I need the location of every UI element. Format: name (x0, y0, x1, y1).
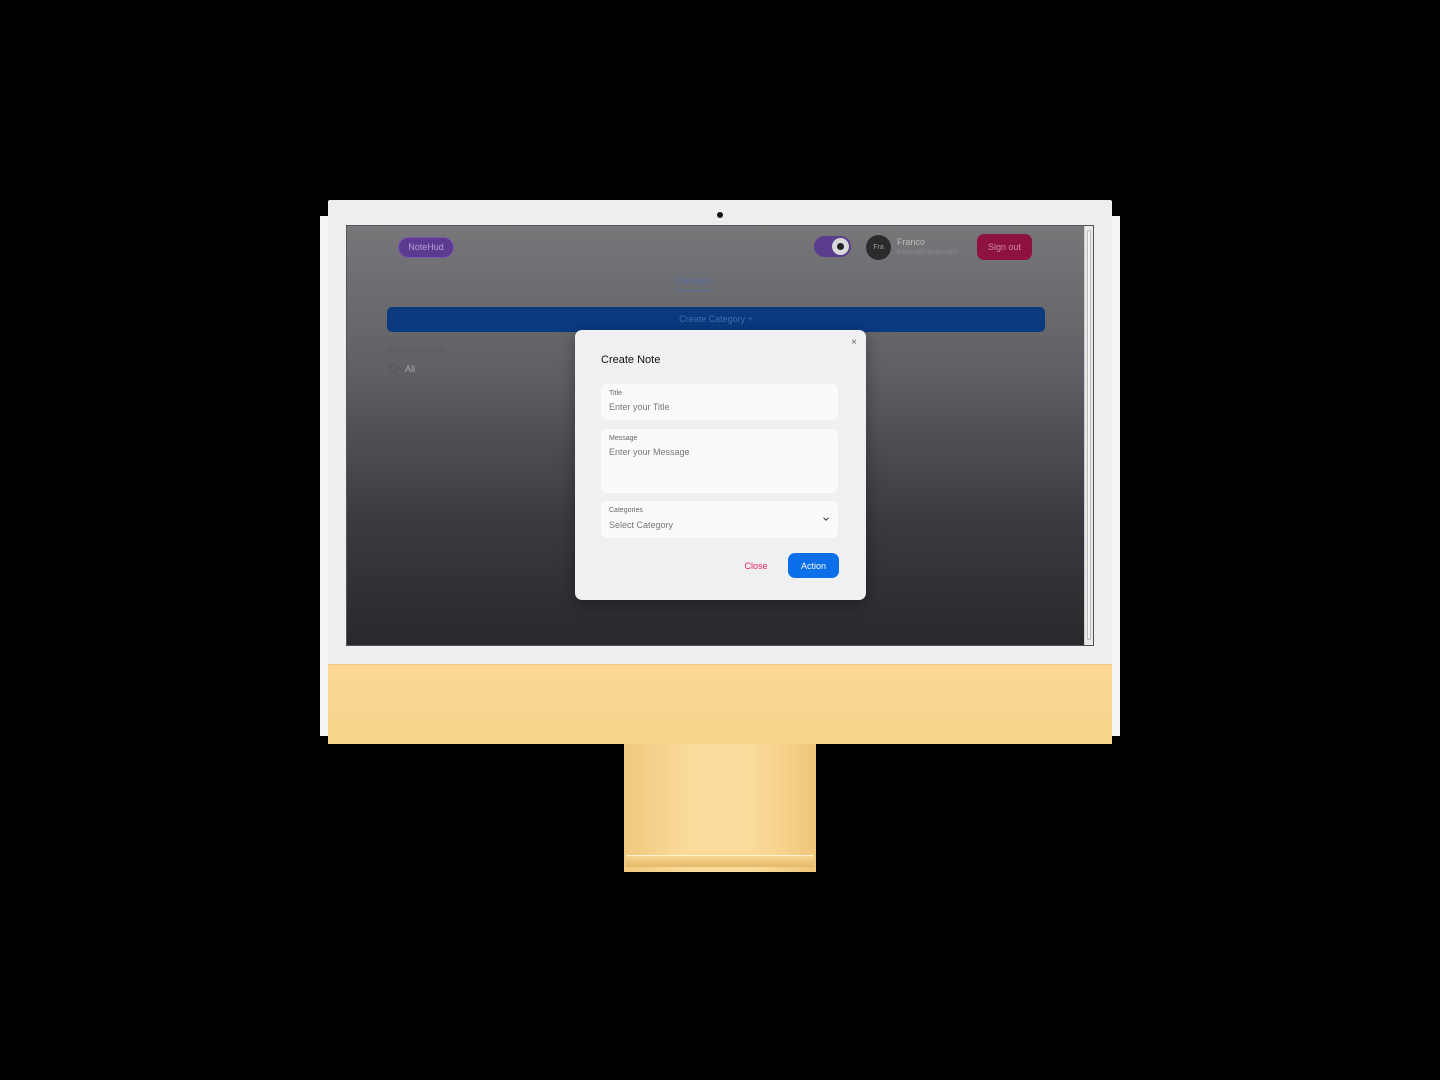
message-field[interactable]: Message (601, 429, 838, 493)
tab-category[interactable]: Category (675, 276, 712, 291)
close-button[interactable]: Close (737, 556, 775, 576)
create-category-button[interactable]: Create Category + (387, 307, 1045, 332)
toggle-knob-icon (832, 238, 849, 255)
message-input[interactable] (609, 447, 819, 483)
category-option-all-label: All (405, 364, 416, 374)
scrollbar-thumb[interactable] (1087, 230, 1091, 640)
close-icon[interactable]: × (851, 337, 857, 348)
select-category-label: Select Category (387, 345, 444, 354)
avatar[interactable]: Fra (866, 235, 891, 260)
title-field-label: Title (609, 390, 622, 397)
message-field-label: Message (609, 435, 638, 442)
categories-field-label: Categories (609, 507, 643, 514)
create-note-modal: × Create Note Title Message Categories S… (575, 330, 866, 600)
modal-title: Create Note (601, 354, 661, 366)
monitor-stand (624, 744, 816, 872)
monitor-stand-foot (626, 855, 814, 867)
tab-notes[interactable]: Notes (733, 276, 757, 286)
categories-select[interactable]: Categories Select Category (601, 501, 838, 538)
camera-icon (717, 212, 723, 218)
theme-toggle[interactable] (814, 236, 851, 257)
signout-button[interactable]: Sign out (977, 234, 1032, 260)
category-radio-all[interactable] (389, 364, 398, 373)
monitor-chin (328, 664, 1112, 744)
user-email: franco@franco.com (897, 249, 959, 256)
action-button[interactable]: Action (788, 553, 839, 578)
chevron-down-icon (823, 517, 829, 521)
app-screen: NoteHud Fra Franco franco@franco.com Sig… (346, 225, 1094, 646)
scrollbar[interactable] (1084, 226, 1093, 645)
title-field[interactable]: Title (601, 384, 838, 420)
brand-logo[interactable]: NoteHud (399, 238, 453, 257)
title-input[interactable] (609, 402, 819, 412)
user-name: Franco (897, 237, 926, 247)
categories-selected-value: Select Category (609, 520, 674, 530)
